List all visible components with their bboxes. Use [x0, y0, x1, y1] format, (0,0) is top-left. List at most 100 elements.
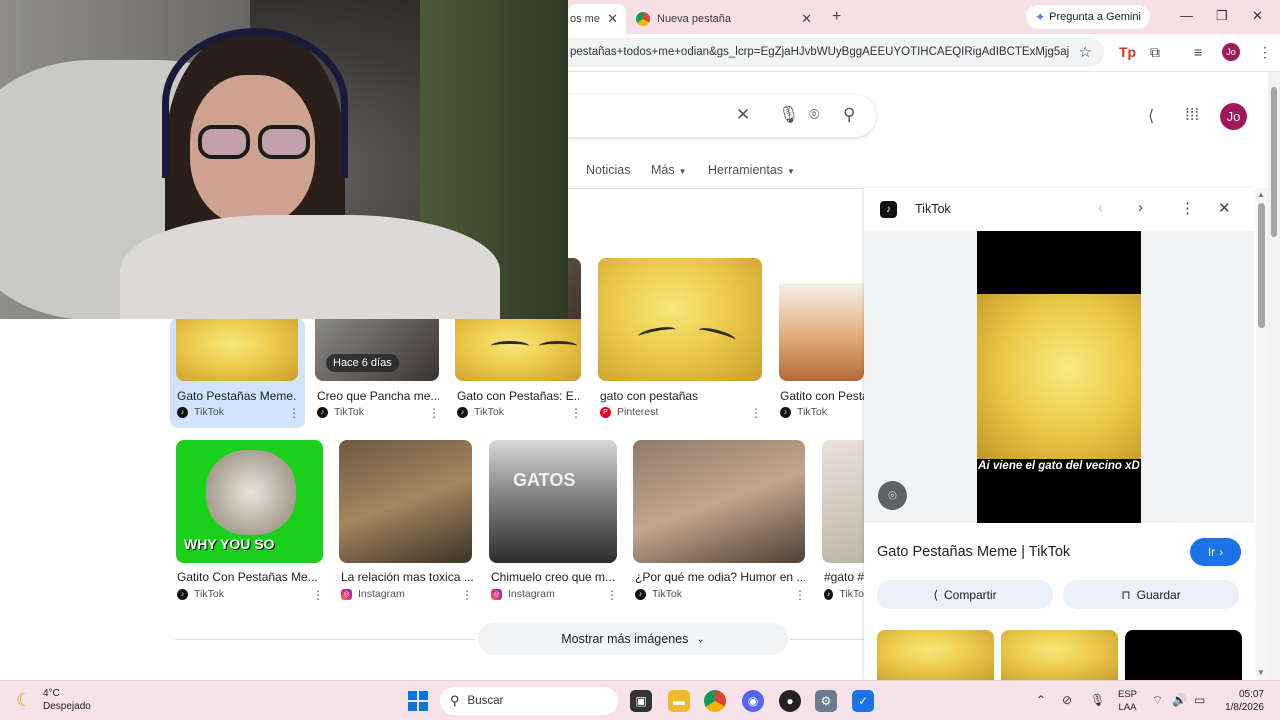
- gemini-button[interactable]: ✦ Pregunta a Gemini: [1026, 5, 1150, 29]
- more-options-icon[interactable]: ⋮: [794, 588, 806, 602]
- profile-avatar[interactable]: Jo: [1222, 43, 1240, 61]
- more-options-icon[interactable]: ⋮: [288, 406, 300, 420]
- microphone-icon[interactable]: 🎙: [778, 105, 800, 125]
- close-tab-icon[interactable]: ✕: [607, 11, 618, 27]
- more-options-icon[interactable]: ⋮: [606, 588, 618, 602]
- weather-temperature[interactable]: 4°C: [43, 688, 60, 699]
- scroll-down-icon[interactable]: ▼: [1257, 668, 1265, 677]
- preview-title[interactable]: Gato Pestañas Meme | TikTok: [877, 544, 1070, 560]
- battery-icon[interactable]: ▭: [1194, 693, 1205, 707]
- extensions-icon[interactable]: ⧉: [1150, 44, 1160, 61]
- moon-weather-icon[interactable]: ☾: [16, 690, 32, 711]
- result-source[interactable]: ♪ TikTok: [780, 406, 827, 418]
- result-caption[interactable]: La relación mas toxica ...: [341, 570, 473, 584]
- result-source[interactable]: ◎ Instagram: [341, 588, 405, 600]
- previous-icon[interactable]: ‹: [1098, 199, 1103, 216]
- scrollbar-thumb[interactable]: [1271, 87, 1277, 237]
- lens-search-icon[interactable]: ⌾: [878, 481, 907, 510]
- preview-video[interactable]: Ai viene el gato del vecino xD: [977, 231, 1141, 523]
- close-window-icon[interactable]: ✕: [1252, 8, 1263, 24]
- apps-grid-icon[interactable]: ⁞⁞⁞: [1185, 105, 1199, 125]
- tab-more[interactable]: Más ▼: [651, 163, 687, 177]
- tab-tools[interactable]: Herramientas ▼: [708, 163, 795, 177]
- system-clock[interactable]: 05:07 1/8/2026: [1222, 688, 1264, 714]
- result-caption[interactable]: ¿Por qué me odia? Humor en ...: [635, 570, 805, 584]
- weather-condition[interactable]: Despejado: [43, 701, 91, 712]
- result-source[interactable]: ♪ TikTok: [457, 406, 504, 418]
- media-control-icon[interactable]: ≡: [1194, 44, 1202, 60]
- task-view-icon[interactable]: ▣: [630, 690, 652, 712]
- result-source[interactable]: ♪ TikTo: [824, 588, 864, 600]
- more-options-icon[interactable]: ⋮: [312, 588, 324, 602]
- google-account-avatar[interactable]: Jo: [1220, 103, 1247, 130]
- discord-icon[interactable]: ◉: [742, 690, 764, 712]
- volume-icon[interactable]: 🔊: [1172, 693, 1187, 707]
- tab-news[interactable]: Noticias: [586, 163, 630, 177]
- show-hidden-icons-icon[interactable]: ⌃: [1036, 693, 1046, 707]
- file-explorer-icon[interactable]: ▬: [668, 690, 690, 712]
- image-thumbnail[interactable]: [598, 258, 762, 381]
- share-icon[interactable]: ⟨: [1148, 106, 1154, 126]
- result-source[interactable]: P Pinterest: [600, 406, 658, 418]
- image-thumbnail[interactable]: [779, 258, 864, 381]
- related-thumbnail[interactable]: [1125, 630, 1242, 680]
- bookmark-star-icon[interactable]: ☆: [1079, 43, 1092, 61]
- share-button[interactable]: ⟨ Compartir: [877, 580, 1053, 609]
- search-box[interactable]: ✕ 🎙 ⌾ ⚲: [540, 95, 876, 137]
- image-thumbnail[interactable]: WHY YOU SO: [176, 440, 323, 563]
- more-options-icon[interactable]: ⋮: [461, 588, 473, 602]
- translate-extension-icon[interactable]: Tp: [1119, 44, 1136, 60]
- more-options-icon[interactable]: ⋮: [428, 406, 440, 420]
- preview-media[interactable]: Ai viene el gato del vecino xD ⌾: [864, 231, 1254, 523]
- image-thumbnail[interactable]: [455, 319, 581, 381]
- minimize-icon[interactable]: —: [1180, 8, 1193, 23]
- address-bar[interactable]: pestañas+todos+me+odian&gs_lcrp=EgZjaHJv…: [560, 38, 1104, 67]
- result-caption[interactable]: Chimuelo creo que m...: [491, 570, 617, 584]
- network-status-icon[interactable]: ⊘: [1062, 693, 1072, 707]
- save-button[interactable]: ⊓ Guardar: [1063, 580, 1239, 609]
- close-icon[interactable]: ✕: [1218, 199, 1231, 217]
- more-options-icon[interactable]: ⋮: [750, 406, 762, 420]
- scrollbar-thumb[interactable]: [1258, 203, 1265, 328]
- panel-scrollbar[interactable]: ▲ ▼: [1256, 188, 1268, 680]
- restore-icon[interactable]: ❐: [1216, 8, 1228, 24]
- scroll-up-icon[interactable]: ▲: [1257, 190, 1265, 199]
- tab-new[interactable]: Nueva pestaña ✕: [630, 4, 820, 34]
- visit-button[interactable]: Ir ›: [1190, 538, 1241, 566]
- taskbar-search[interactable]: ⚲ Buscar: [440, 687, 618, 715]
- wifi-icon[interactable]: ⌔: [1152, 693, 1163, 708]
- result-caption[interactable]: #gato #: [824, 570, 864, 584]
- result-caption[interactable]: Creo que Pancha me...: [317, 389, 439, 403]
- result-source[interactable]: ♪ TikTok: [177, 406, 224, 418]
- image-thumbnail[interactable]: [822, 440, 864, 563]
- tab-search[interactable]: os me ✕: [568, 4, 626, 34]
- next-icon[interactable]: ›: [1138, 199, 1143, 216]
- image-thumbnail[interactable]: GATOS: [489, 440, 617, 563]
- result-caption[interactable]: Gato con Pestañas: E...: [457, 389, 579, 403]
- image-thumbnail[interactable]: [633, 440, 805, 563]
- result-caption[interactable]: Gatito con Pesta: [780, 389, 864, 403]
- related-thumbnail[interactable]: [1001, 630, 1118, 680]
- more-options-icon[interactable]: ⋮: [1180, 199, 1195, 217]
- result-caption[interactable]: Gato Pestañas Meme...: [177, 389, 297, 403]
- result-caption[interactable]: Gatito Con Pestañas Me...: [177, 570, 317, 584]
- show-more-images-button[interactable]: Mostrar más imágenes ⌄: [478, 623, 788, 655]
- result-source[interactable]: ♪ TikTok: [317, 406, 364, 418]
- lens-icon[interactable]: ⌾: [809, 105, 819, 125]
- microphone-icon[interactable]: 🎙: [1090, 693, 1105, 707]
- chrome-icon[interactable]: [704, 690, 726, 712]
- page-scrollbar[interactable]: [1268, 72, 1280, 680]
- url-text[interactable]: pestañas+todos+me+odian&gs_lcrp=EgZjaHJv…: [570, 46, 1070, 58]
- result-source[interactable]: ♪ TikTok: [635, 588, 682, 600]
- image-thumbnail[interactable]: [339, 440, 472, 563]
- result-source[interactable]: ♪ TikTok: [177, 588, 224, 600]
- new-tab-icon[interactable]: +: [832, 8, 841, 26]
- more-options-icon[interactable]: ⋮: [570, 406, 582, 420]
- settings-icon[interactable]: ⚙: [815, 690, 837, 712]
- related-thumbnail[interactable]: [877, 630, 994, 680]
- image-thumbnail[interactable]: [176, 319, 298, 381]
- menu-kebab-icon[interactable]: ⋮: [1258, 44, 1272, 61]
- close-tab-icon[interactable]: ✕: [801, 11, 812, 27]
- search-icon[interactable]: ⚲: [843, 105, 855, 125]
- obs-icon[interactable]: ●: [779, 690, 801, 712]
